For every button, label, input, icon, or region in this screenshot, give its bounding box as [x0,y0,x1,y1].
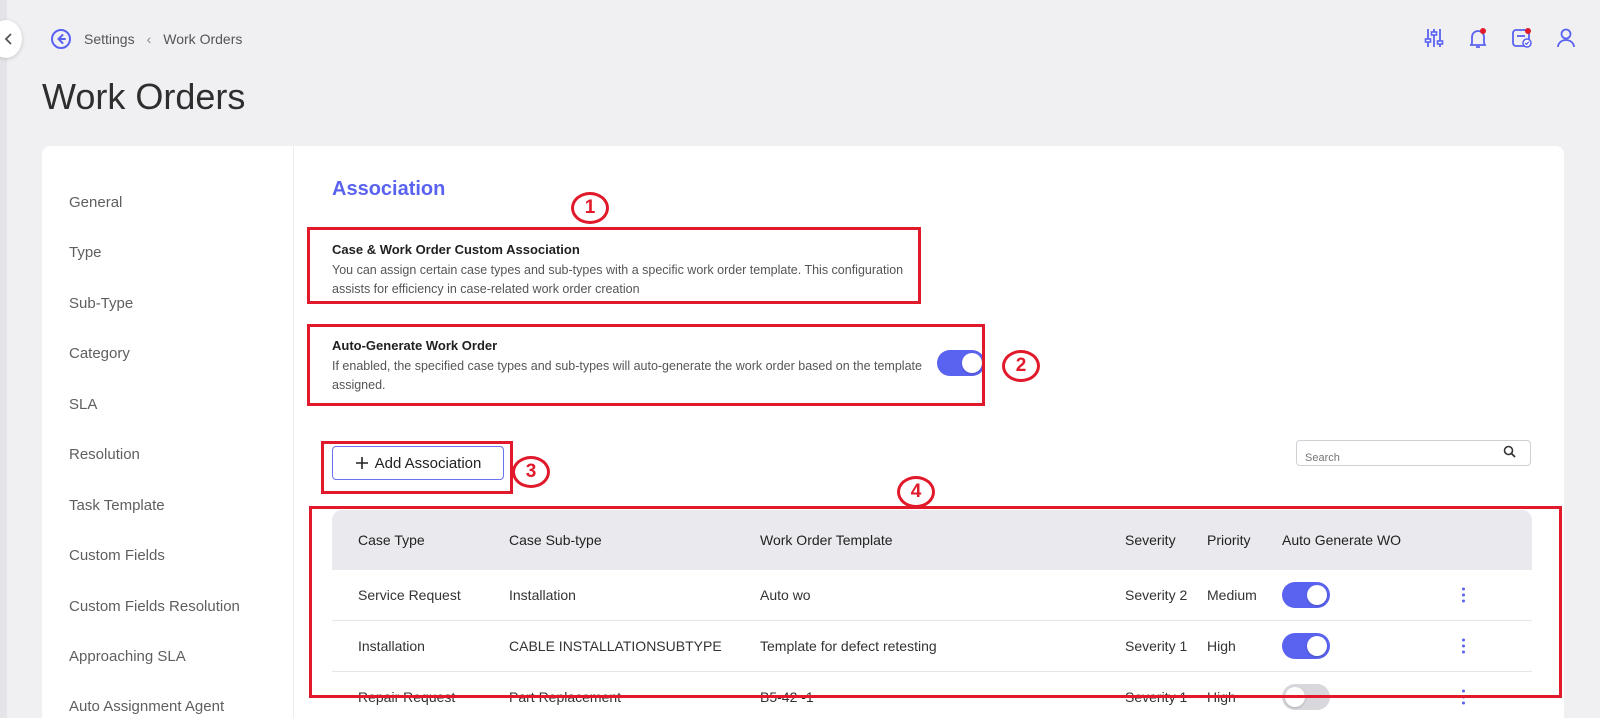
page-title: Work Orders [42,76,246,117]
sidebar-item-sub-type[interactable]: Sub-Type [69,295,133,312]
section-title: Association [332,178,446,200]
annotation-box-4 [309,506,1562,698]
sidebar-item-type[interactable]: Type [69,244,102,261]
breadcrumb-settings[interactable]: Settings [84,31,135,47]
chevron-left-icon [4,33,12,45]
search-box [1296,440,1531,469]
sidebar-collapse-button[interactable] [0,20,22,58]
annotation-box-3 [321,441,513,494]
sliders-icon[interactable] [1422,26,1446,50]
sidebar-item-sla[interactable]: SLA [69,396,97,413]
back-arrow-circle-icon[interactable] [50,28,72,50]
bell-icon[interactable] [1466,26,1490,50]
sidebar-item-approaching-sla[interactable]: Approaching SLA [69,648,186,665]
sidebar-item-custom-fields-resolution[interactable]: Custom Fields Resolution [69,598,240,615]
header-actions [1422,26,1578,50]
sidebar-item-task-template[interactable]: Task Template [69,497,165,514]
search-icon[interactable] [1503,445,1516,463]
sidebar-item-auto-assignment-agent[interactable]: Auto Assignment Agent [69,698,224,715]
calendar-check-icon[interactable] [1510,26,1534,50]
annotation-number-3: 3 [512,456,550,488]
sidebar-item-resolution[interactable]: Resolution [69,446,140,463]
settings-sidebar: General Type Sub-Type Category SLA Resol… [42,146,294,718]
search-input[interactable] [1297,447,1487,469]
user-icon[interactable] [1554,26,1578,50]
chevron-left-icon: ‹ [146,31,152,47]
sidebar-item-general[interactable]: General [69,194,122,211]
annotation-box-1 [307,227,921,304]
annotation-number-1: 1 [571,192,609,224]
sidebar-item-custom-fields[interactable]: Custom Fields [69,547,165,564]
annotation-number-4: 4 [897,476,935,508]
annotation-number-2: 2 [1002,350,1040,382]
breadcrumb: Settings ‹ Work Orders [50,26,242,52]
left-strip [0,0,7,718]
annotation-box-2 [307,324,985,406]
breadcrumb-current: Work Orders [163,31,243,47]
sidebar-item-category[interactable]: Category [69,345,130,362]
